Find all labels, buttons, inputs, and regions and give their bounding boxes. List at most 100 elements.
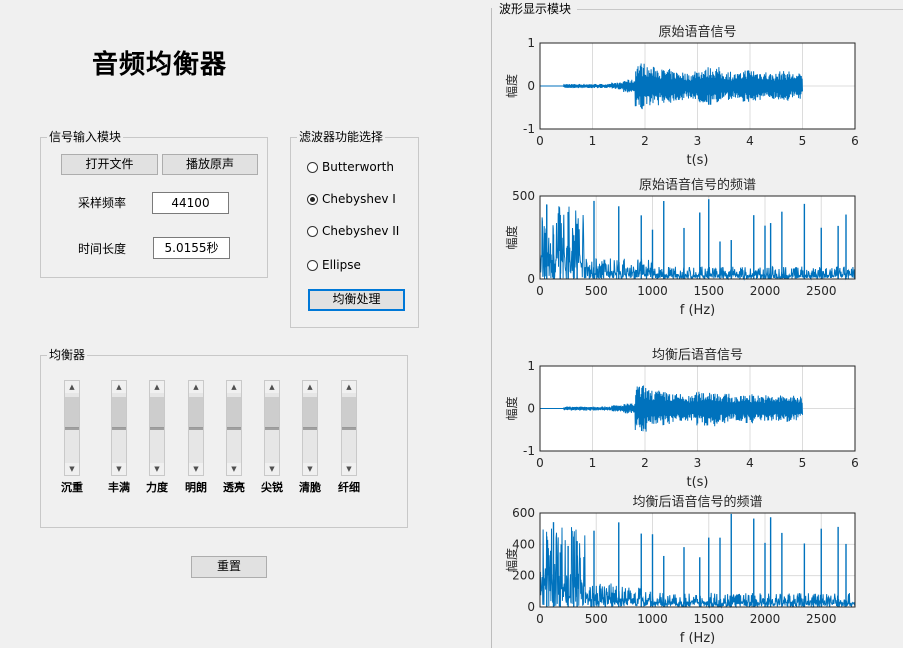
eq-band-label: 明朗 <box>185 481 207 494</box>
x-tick-label: 1500 <box>693 284 724 298</box>
plot-title: 原始语音信号 <box>658 24 736 40</box>
radio-butterworth[interactable]: Butterworth <box>307 160 394 174</box>
slider-down-arrow-icon[interactable]: ▼ <box>112 463 126 475</box>
slider-thumb[interactable] <box>303 397 317 430</box>
eq-slider-2[interactable]: ▲ ▼ <box>111 380 127 476</box>
eq-band-label: 力度 <box>146 481 168 494</box>
slider-up-arrow-icon[interactable]: ▲ <box>189 381 203 393</box>
slider-up-arrow-icon[interactable]: ▲ <box>342 381 356 393</box>
sample-rate-label: 采样频率 <box>78 196 127 210</box>
x-tick-label: 2 <box>641 456 649 470</box>
equalize-process-button[interactable]: 均衡处理 <box>308 289 405 311</box>
plot-title: 均衡后语音信号的频谱 <box>632 494 762 510</box>
radio-ellipse[interactable]: Ellipse <box>307 258 361 272</box>
x-tick-label: 6 <box>851 456 859 470</box>
x-tick-label: 2 <box>641 134 649 148</box>
x-tick-label: 4 <box>746 456 754 470</box>
radio-button-icon <box>307 259 318 271</box>
eq-slider-7[interactable]: ▲ ▼ <box>302 380 318 476</box>
slider-down-arrow-icon[interactable]: ▼ <box>150 463 164 475</box>
slider-down-arrow-icon[interactable]: ▼ <box>342 463 356 475</box>
eq-band-label: 纤细 <box>338 481 360 494</box>
slider-thumb[interactable] <box>150 397 164 430</box>
slider-thumb[interactable] <box>227 397 241 430</box>
x-tick-label: 1 <box>589 134 597 148</box>
slider-up-arrow-icon[interactable]: ▲ <box>265 381 279 393</box>
eq-band-label: 丰满 <box>108 481 130 494</box>
eq-band-label: 沉重 <box>61 481 83 494</box>
y-tick-label: -1 <box>523 444 535 458</box>
slider-down-arrow-icon[interactable]: ▼ <box>227 463 241 475</box>
slider-thumb[interactable] <box>342 397 356 430</box>
waveform-panel: 波形显示模块 0 1 2 3 4 5 6 -1 0 1 原始语音信号 t(s) 幅度 0 500 1000 15… <box>491 0 903 648</box>
x-axis-label: f (Hz) <box>680 303 715 318</box>
radio-label: Butterworth <box>322 160 394 174</box>
radio-button-icon <box>307 225 318 237</box>
slider-down-arrow-icon[interactable]: ▼ <box>189 463 203 475</box>
y-axis-label: 幅度 <box>504 74 519 98</box>
sample-rate-field[interactable]: 44100 <box>152 192 229 214</box>
x-tick-label: 1000 <box>637 612 668 626</box>
x-tick-label: 5 <box>799 456 807 470</box>
x-tick-label: 2500 <box>806 612 837 626</box>
x-tick-label: 2500 <box>806 284 837 298</box>
y-tick-label: -1 <box>523 122 535 136</box>
radio-chebyshev-2[interactable]: Chebyshev II <box>307 224 399 238</box>
eq-slider-5[interactable]: ▲ ▼ <box>226 380 242 476</box>
x-tick-label: 0 <box>536 612 544 626</box>
eq-slider-8[interactable]: ▲ ▼ <box>341 380 357 476</box>
plot-title: 原始语音信号的频谱 <box>639 177 756 193</box>
slider-up-arrow-icon[interactable]: ▲ <box>150 381 164 393</box>
x-tick-label: 0 <box>536 284 544 298</box>
x-axis-label: f (Hz) <box>680 631 715 646</box>
x-tick-label: 5 <box>799 134 807 148</box>
slider-up-arrow-icon[interactable]: ▲ <box>303 381 317 393</box>
slider-down-arrow-icon[interactable]: ▼ <box>265 463 279 475</box>
radio-chebyshev-1[interactable]: Chebyshev I <box>307 192 396 206</box>
equalizer-panel-title: 均衡器 <box>47 347 88 363</box>
filter-select-panel-title: 滤波器功能选择 <box>297 129 386 145</box>
x-tick-label: 3 <box>694 456 702 470</box>
eq-slider-4[interactable]: ▲ ▼ <box>188 380 204 476</box>
slider-thumb[interactable] <box>189 397 203 430</box>
x-tick-label: 3 <box>694 134 702 148</box>
radio-label: Ellipse <box>322 258 361 272</box>
eq-slider-3[interactable]: ▲ ▼ <box>149 380 165 476</box>
eq-slider-1[interactable]: ▲ ▼ <box>64 380 80 476</box>
plots-canvas: 0 1 2 3 4 5 6-101原始语音信号t(s)幅度0 500 1000 1500 2000 2… <box>504 24 859 646</box>
y-axis-label: 幅度 <box>504 548 519 572</box>
x-tick-label: 2000 <box>750 612 781 626</box>
reset-button[interactable]: 重置 <box>191 556 267 578</box>
slider-up-arrow-icon[interactable]: ▲ <box>227 381 241 393</box>
radio-label: Chebyshev I <box>322 192 396 206</box>
radio-button-icon <box>307 161 318 173</box>
app-title: 音频均衡器 <box>92 50 228 80</box>
open-file-button[interactable]: 打开文件 <box>61 154 158 175</box>
duration-label: 时间长度 <box>78 242 127 256</box>
eq-slider-6[interactable]: ▲ ▼ <box>264 380 280 476</box>
x-axis-label: t(s) <box>686 475 708 490</box>
slider-up-arrow-icon[interactable]: ▲ <box>65 381 79 393</box>
y-tick-label: 0 <box>527 402 535 416</box>
y-tick-label: 500 <box>512 189 535 203</box>
eq-band-label: 清脆 <box>299 481 321 494</box>
x-tick-label: 4 <box>746 134 754 148</box>
x-tick-label: 1500 <box>693 612 724 626</box>
x-tick-label: 1 <box>589 456 597 470</box>
y-tick-label: 0 <box>527 79 535 93</box>
y-tick-label: 0 <box>527 272 535 286</box>
y-tick-label: 0 <box>527 600 535 614</box>
filter-select-panel: 滤波器功能选择 Butterworth Chebyshev I Chebyshe… <box>290 129 419 328</box>
slider-down-arrow-icon[interactable]: ▼ <box>303 463 317 475</box>
slider-thumb[interactable] <box>112 397 126 430</box>
eq-band-label: 尖锐 <box>261 481 283 494</box>
x-axis-label: t(s) <box>686 153 708 168</box>
play-original-button[interactable]: 播放原声 <box>162 154 258 175</box>
equalizer-panel: 均衡器 ▲ ▼ 沉重 ▲ ▼ 丰满 ▲ ▼ 力度 ▲ ▼ 明朗 ▲ ▼ 透亮 ▲ ▼ 尖锐 ▲ ▼ 清脆 ▲ ▼ 纤细 <box>40 347 408 528</box>
slider-down-arrow-icon[interactable]: ▼ <box>65 463 79 475</box>
slider-thumb[interactable] <box>265 397 279 430</box>
slider-thumb[interactable] <box>65 397 79 430</box>
slider-up-arrow-icon[interactable]: ▲ <box>112 381 126 393</box>
duration-field[interactable]: 5.0155秒 <box>153 237 230 259</box>
y-axis-label: 幅度 <box>504 396 519 420</box>
